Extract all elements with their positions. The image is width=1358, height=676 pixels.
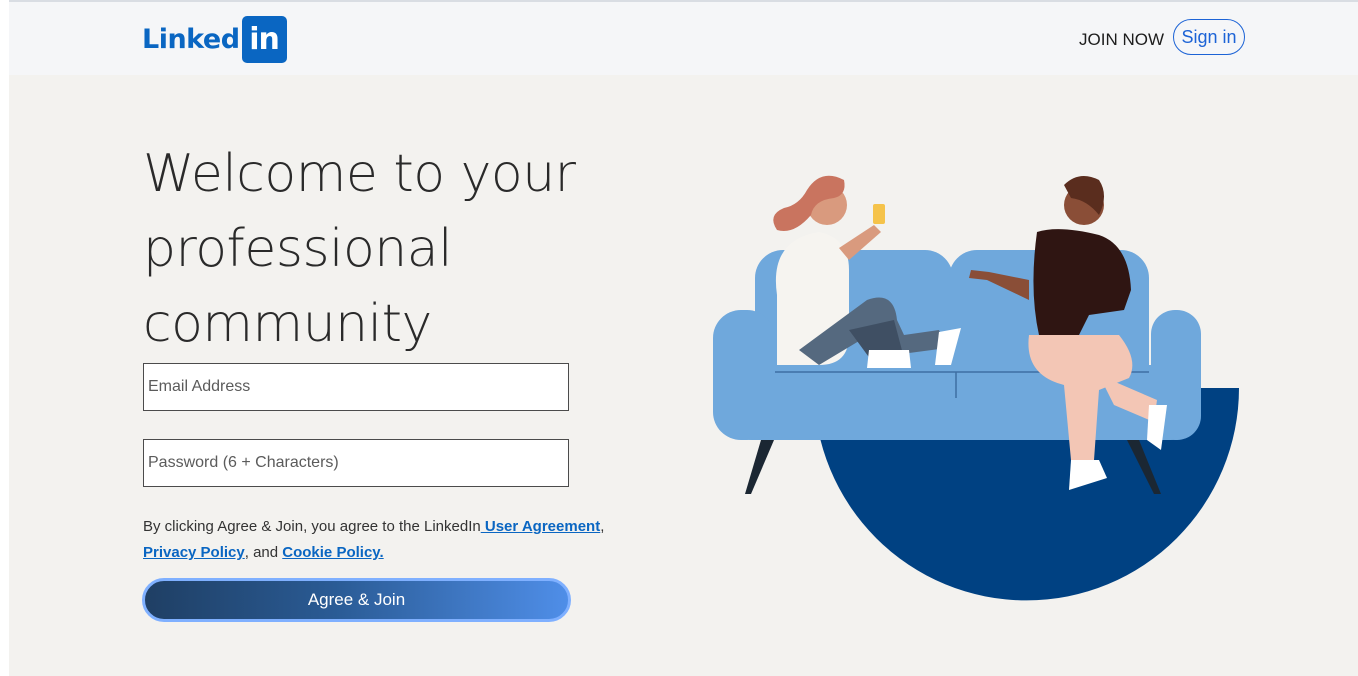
- title-line-1: Welcome to your: [143, 144, 576, 204]
- join-now-link[interactable]: JOIN NOW: [1079, 30, 1164, 50]
- linkedin-logo[interactable]: Linked in: [142, 15, 287, 63]
- header: Linked in JOIN NOW Sign in: [9, 2, 1358, 75]
- terms-prefix: By clicking Agree & Join, you agree to t…: [143, 518, 481, 535]
- agree-join-button[interactable]: Agree & Join: [142, 578, 571, 622]
- privacy-policy-link[interactable]: Privacy Policy: [143, 544, 245, 561]
- page-title: Welcome to your professional community: [143, 137, 623, 362]
- page: Linked in JOIN NOW Sign in Welcome to yo…: [9, 0, 1358, 676]
- woman-shoe-left: [867, 350, 911, 368]
- cookie-policy-link[interactable]: Cookie Policy.: [282, 544, 383, 561]
- title-line-3: community: [143, 294, 432, 354]
- terms-comma: ,: [600, 518, 605, 535]
- logo-wordmark: Linked: [142, 23, 240, 55]
- sign-in-button[interactable]: Sign in: [1173, 19, 1245, 55]
- hero-illustration: [713, 175, 1239, 601]
- terms-and: , and: [244, 544, 283, 561]
- sofa-arm-left: [713, 310, 775, 440]
- password-field[interactable]: [143, 439, 569, 487]
- user-agreement-link[interactable]: User Agreement: [481, 518, 600, 535]
- sofa-leg-left: [745, 440, 774, 494]
- email-field[interactable]: [143, 363, 569, 411]
- drink-glass: [873, 204, 885, 224]
- logo-in-box: in: [241, 15, 287, 63]
- title-line-2: professional: [143, 219, 453, 279]
- terms-text: By clicking Agree & Join, you agree to t…: [143, 514, 663, 566]
